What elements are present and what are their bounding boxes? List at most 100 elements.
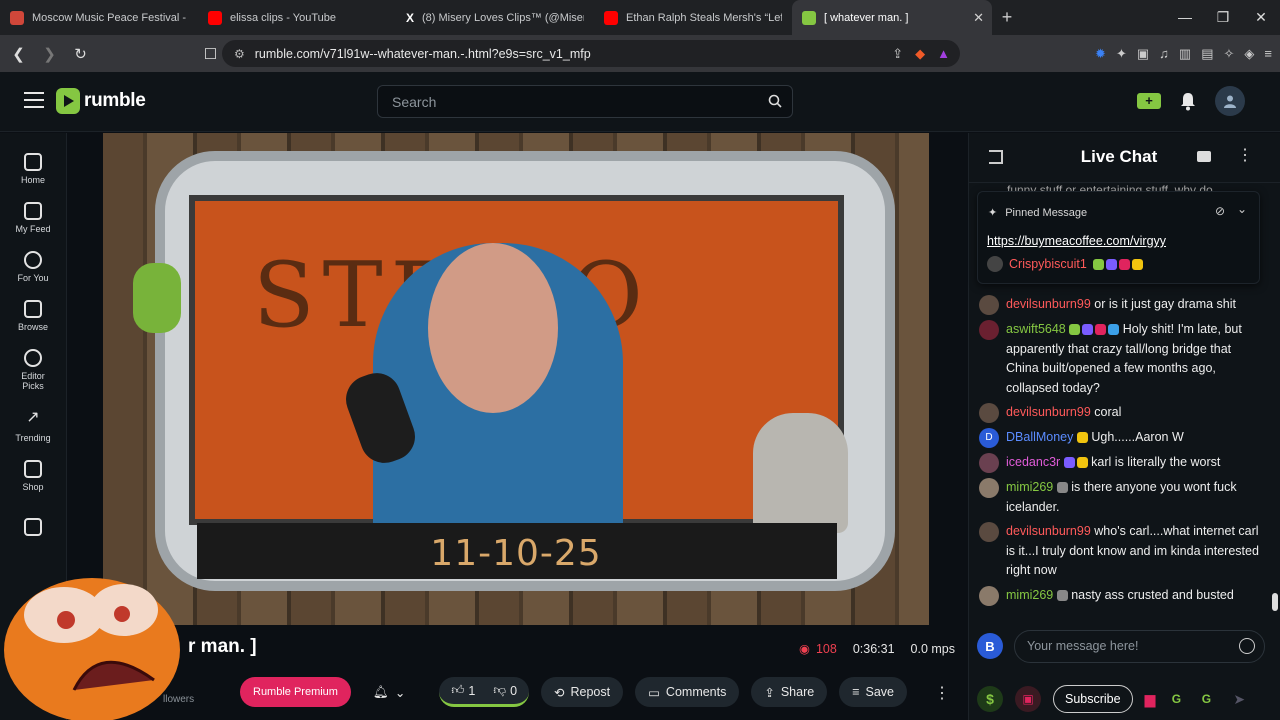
extension-icon[interactable]: ✹	[1095, 46, 1106, 62]
browser-tab[interactable]: elissa clips - YouTube	[198, 0, 396, 35]
brave-rewards-icon[interactable]: ▲	[937, 46, 950, 62]
nav-home[interactable]: Home	[0, 153, 66, 185]
chat-username[interactable]: mimi269	[1006, 480, 1053, 494]
tab-title: Ethan Ralph Steals Mersh's “Leftover	[626, 11, 782, 24]
browser-tab[interactable]: Ethan Ralph Steals Mersh's “Leftover	[594, 0, 792, 35]
video-mask-prop	[133, 263, 181, 333]
rant-dollar-icon[interactable]: $	[977, 686, 1003, 712]
chat-input-placeholder: Your message here!	[1027, 639, 1139, 653]
thumbs-up-icon[interactable]: 👍︎	[451, 683, 464, 698]
video-player[interactable]: STE TO 11-10-25	[103, 133, 929, 625]
header-actions: +	[1137, 86, 1245, 116]
pinned-message: ✦ Pinned Message ⊘ ⌄ https://buymeacoffee…	[977, 191, 1260, 284]
nav-library[interactable]	[0, 518, 66, 540]
media-icon[interactable]: ♫	[1159, 46, 1169, 61]
nav-trending[interactable]: ↗ Trending	[0, 410, 66, 444]
chat-scrollbar[interactable]	[1272, 183, 1278, 623]
g-badge-icon[interactable]: G	[1167, 692, 1185, 706]
sidebar-icon[interactable]: ▥	[1179, 46, 1191, 62]
home-icon	[24, 153, 42, 171]
nav-editor-picks[interactable]: Editor Picks	[0, 349, 66, 391]
comments-button[interactable]: ▭ Comments	[635, 677, 740, 707]
g-badge-icon[interactable]: G	[1197, 692, 1215, 706]
minimize-icon[interactable]: —	[1166, 0, 1204, 35]
notification-bell-button[interactable]: 🔔︎ ⌄	[367, 677, 411, 707]
user-avatar-icon[interactable]	[1215, 86, 1245, 116]
browse-icon	[24, 300, 42, 318]
menu-icon[interactable]: ≡	[1264, 46, 1272, 61]
search-icon[interactable]	[768, 94, 782, 108]
comment-icon: ▭	[648, 685, 660, 700]
chat-username[interactable]: devilsunburn99	[1006, 405, 1091, 419]
likes-count: 1	[468, 683, 476, 698]
close-window-icon[interactable]: ✕	[1242, 0, 1280, 35]
subscribe-button[interactable]: Subscribe	[1053, 685, 1133, 713]
hide-pinned-icon[interactable]: ⊘	[1215, 204, 1225, 218]
chat-menu-icon[interactable]: ⋮	[1237, 145, 1253, 165]
nav-label: For You	[17, 273, 49, 283]
browser-tab[interactable]: X (8) Misery Loves Clips™ (@MiseryClip	[396, 0, 594, 35]
share-button[interactable]: ⇪ Share	[751, 677, 828, 707]
chat-username[interactable]: icedanc3r	[1006, 455, 1060, 469]
screenshot-icon[interactable]: ▣	[1137, 46, 1149, 62]
more-options-icon[interactable]: ⋮	[934, 683, 950, 703]
site-settings-icon[interactable]: ⚙	[234, 47, 245, 61]
back-icon[interactable]: ❮	[6, 41, 31, 66]
nav-shop[interactable]: Shop	[0, 460, 66, 492]
emoji-sticker-overlay	[4, 578, 180, 720]
thumbs-down-icon[interactable]: 👎︎	[493, 683, 506, 698]
rumble-logo[interactable]: rumble	[56, 88, 146, 114]
send-icon[interactable]: ➤	[1233, 691, 1245, 708]
gift-icon[interactable]: ▣	[1015, 686, 1041, 712]
brave-shield-icon[interactable]: ◆	[915, 46, 925, 62]
chat-username[interactable]: aswift5648	[1006, 322, 1066, 336]
chest-icon[interactable]: ▆	[1145, 691, 1156, 708]
chat-username[interactable]: devilsunburn99	[1006, 297, 1091, 311]
new-tab-button[interactable]: +	[992, 7, 1022, 28]
vpn-icon[interactable]: ◈	[1244, 46, 1254, 62]
user-badges	[1069, 324, 1120, 335]
rate: 0.0 mps	[910, 641, 955, 656]
nav-my-feed[interactable]: My Feed	[0, 202, 66, 234]
nav-label: Shop	[22, 482, 44, 492]
maximize-icon[interactable]: ❐	[1204, 0, 1242, 35]
repost-label: Repost	[570, 685, 611, 699]
chevron-down-icon[interactable]: ⌄	[1237, 202, 1247, 216]
chat-username[interactable]: devilsunburn99	[1006, 524, 1091, 538]
browser-tab[interactable]: Moscow Music Peace Festival - 19	[0, 0, 198, 35]
hamburger-menu-icon[interactable]	[24, 92, 44, 108]
video-title: r man. ]	[188, 636, 257, 657]
nav-browse[interactable]: Browse	[0, 300, 66, 332]
puzzle-icon[interactable]: ✦	[1116, 46, 1127, 62]
chat-message: mimi269 is there anyone you wont fuck ic…	[979, 478, 1261, 517]
leo-icon[interactable]: ✧	[1224, 46, 1235, 62]
library-icon	[24, 518, 42, 536]
scrollbar-thumb[interactable]	[1272, 593, 1278, 611]
save-label: Save	[865, 685, 895, 699]
popout-chat-icon[interactable]	[1197, 151, 1211, 162]
video-date-overlay: 11-10-25	[430, 533, 602, 574]
save-button[interactable]: ≡ Save	[839, 677, 907, 707]
browser-tab-active[interactable]: [ whatever man. ] ✕	[792, 0, 992, 35]
close-tab-icon[interactable]: ✕	[973, 10, 984, 26]
rumble-premium-button[interactable]: Rumble Premium	[240, 677, 351, 707]
search-input[interactable]: Search	[377, 85, 793, 118]
bookmark-icon[interactable]: ☐	[198, 41, 223, 66]
chat-username[interactable]: mimi269	[1006, 588, 1053, 602]
go-live-camera-icon[interactable]: +	[1137, 93, 1161, 109]
forward-icon[interactable]: ❯	[37, 41, 62, 66]
emoji-picker-icon[interactable]	[1239, 637, 1255, 654]
chat-message-input[interactable]: Your message here!	[1014, 629, 1265, 663]
notifications-bell-icon[interactable]	[1179, 91, 1197, 111]
chat-username[interactable]: DBallMoney	[1006, 430, 1073, 444]
reload-icon[interactable]: ↻	[68, 41, 93, 66]
video-wolf-prop	[753, 413, 848, 533]
wallet-icon[interactable]: ▤	[1201, 46, 1213, 62]
pinned-username[interactable]: Crispybiscuit1	[1009, 257, 1087, 271]
pinned-link[interactable]: https://buymeacoffee.com/virgyy	[987, 234, 1166, 248]
live-chat-panel: Live Chat ⋮ funny stuff or entertaining …	[968, 133, 1280, 720]
share-page-icon[interactable]: ⇪	[892, 46, 903, 62]
nav-for-you[interactable]: For You	[0, 251, 66, 283]
address-bar[interactable]: ⚙ rumble.com/v71l91w--whatever-man.-.htm…	[222, 40, 960, 67]
repost-button[interactable]: ⟲ Repost	[541, 677, 624, 707]
